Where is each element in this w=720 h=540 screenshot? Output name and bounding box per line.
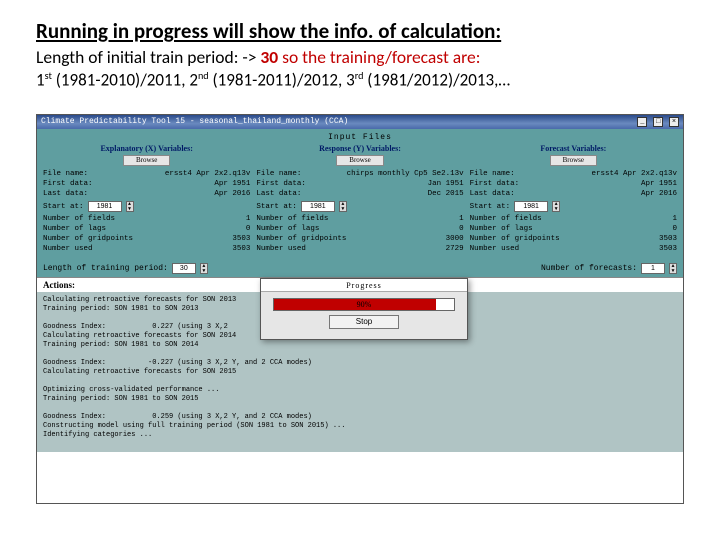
training-length-label: Length of training period: <box>43 264 168 273</box>
field-row: First data:Apr 1951 <box>43 179 250 189</box>
field-row: File name:ersst4 Apr 2x2.q13v <box>470 169 677 179</box>
field-row: Last data:Apr 2016 <box>43 189 250 199</box>
field-row: Number used2729 <box>256 244 463 254</box>
field-row: Last data:Apr 2016 <box>470 189 677 199</box>
variables-column-2: Forecast Variables: Browse File name:ersst… <box>470 144 677 254</box>
variables-column-1: Response (Y) Variables: Browse File name:c… <box>256 144 463 254</box>
field-row: Number of lags0 <box>256 224 463 234</box>
progress-title: Progress <box>261 279 467 292</box>
start-year-input[interactable] <box>88 201 122 212</box>
field-row: Number of fields1 <box>256 214 463 224</box>
training-length-stepper[interactable]: ▲▼ <box>200 263 208 274</box>
browse-button[interactable]: Browse <box>336 155 383 166</box>
browse-button[interactable]: Browse <box>550 155 597 166</box>
field-row: Number of gridpoints3000 <box>256 234 463 244</box>
page-title: Running in progress will show the info. … <box>36 18 684 44</box>
field-row: Number of lags0 <box>470 224 677 234</box>
field-row: Number of fields1 <box>470 214 677 224</box>
progress-percent: 90% <box>274 299 454 310</box>
titlebar: Climate Predictability Tool 15 - seasona… <box>37 115 683 129</box>
field-row: Number of gridpoints3503 <box>470 234 677 244</box>
field-row: Number used3503 <box>43 244 250 254</box>
progress-bar: 90% <box>273 298 455 311</box>
training-length-input[interactable] <box>172 263 196 274</box>
field-row: Number used3503 <box>470 244 677 254</box>
field-row: File name:chirps monthly Cp5 Se2.13v <box>256 169 463 179</box>
start-year-stepper[interactable]: ▲▼ <box>552 201 560 212</box>
field-row: Number of gridpoints3503 <box>43 234 250 244</box>
start-year-stepper[interactable]: ▲▼ <box>126 201 134 212</box>
column-title: Response (Y) Variables: <box>256 144 463 153</box>
field-row: File name:ersst4 Apr 2x2.q13v <box>43 169 250 179</box>
subtitle-1: Length of initial train period: -> 30 so… <box>36 46 684 68</box>
variables-column-0: Explanatory (X) Variables: Browse File nam… <box>43 144 250 254</box>
progress-dialog: Progress 90% Stop <box>260 278 468 340</box>
num-forecasts-label: Number of forecasts: <box>541 264 637 273</box>
subtitle-2: 1st (1981-2010)/2011, 2nd (1981-2011)/20… <box>36 69 684 91</box>
minimize-icon[interactable]: _ <box>637 117 647 127</box>
field-row: Number of lags0 <box>43 224 250 234</box>
field-row: First data:Jan 1951 <box>256 179 463 189</box>
input-files-header: Input Files <box>43 133 677 142</box>
start-year-input[interactable] <box>301 201 335 212</box>
start-year-input[interactable] <box>514 201 548 212</box>
start-year-stepper[interactable]: ▲▼ <box>339 201 347 212</box>
close-icon[interactable]: × <box>669 117 679 127</box>
field-row: First data:Apr 1951 <box>470 179 677 189</box>
field-row: Last data:Dec 2015 <box>256 189 463 199</box>
column-title: Forecast Variables: <box>470 144 677 153</box>
num-forecasts-input[interactable] <box>641 263 665 274</box>
window-controls[interactable]: _ □ × <box>636 115 679 129</box>
maximize-icon[interactable]: □ <box>653 117 663 127</box>
stop-button[interactable]: Stop <box>329 315 399 329</box>
field-row: Number of fields1 <box>43 214 250 224</box>
browse-button[interactable]: Browse <box>123 155 170 166</box>
num-forecasts-stepper[interactable]: ▲▼ <box>669 263 677 274</box>
column-title: Explanatory (X) Variables: <box>43 144 250 153</box>
